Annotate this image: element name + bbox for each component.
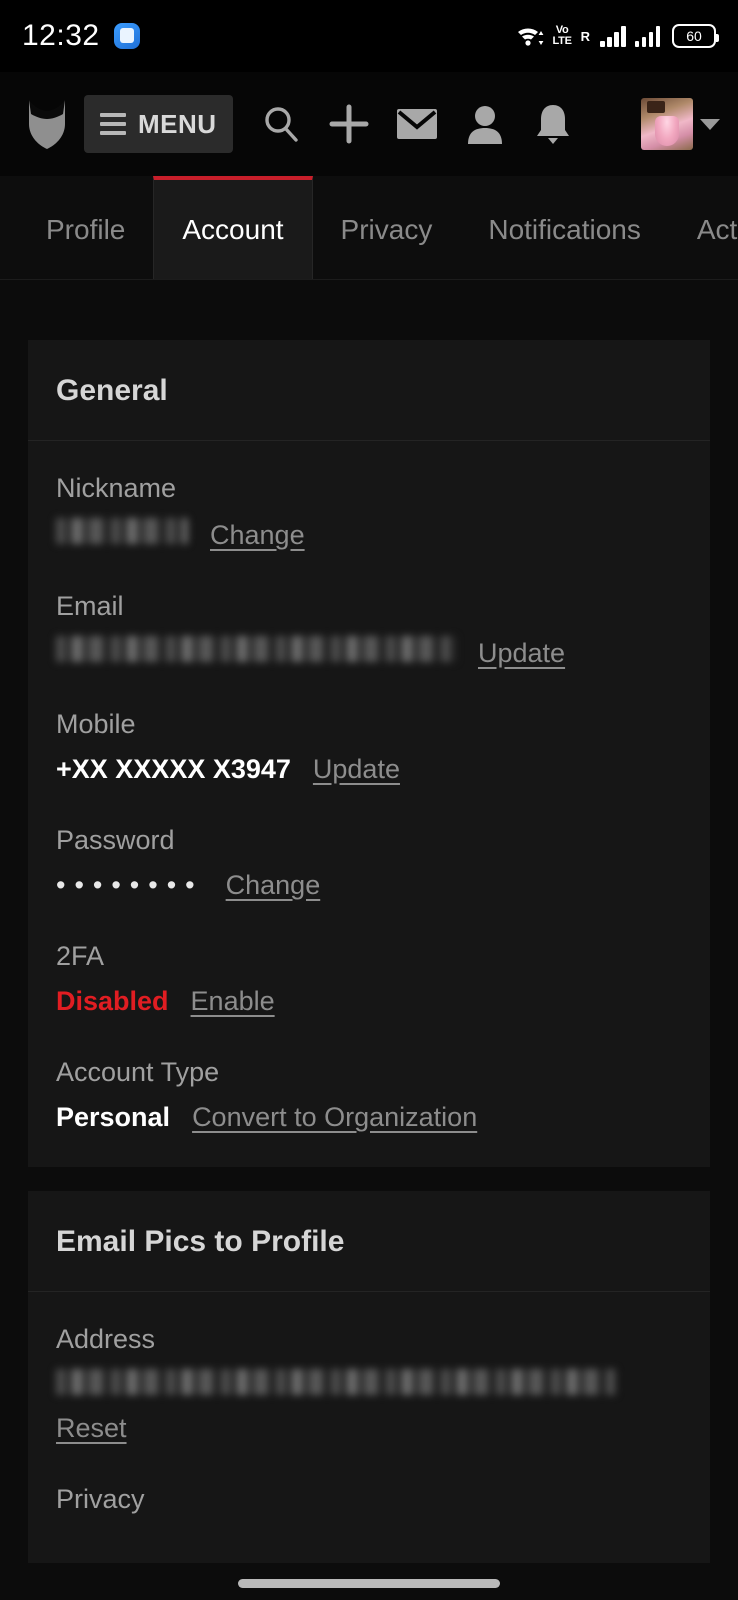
message-icon [113,23,140,49]
convert-to-organization-link[interactable]: Convert to Organization [192,1102,477,1133]
field-address-value-redacted [56,1369,616,1395]
volte-icon: Vo LTE [553,25,572,47]
volte-line-two: LTE [552,35,572,47]
menu-button-label: MENU [138,108,217,139]
chevron-down-icon[interactable] [700,118,720,130]
mail-icon[interactable] [383,90,451,158]
general-card-title: General [56,374,168,407]
status-bar: 12:32 Vo LTE R 60 [0,0,738,72]
field-email-label: Email [56,591,124,621]
roaming-indicator: R [580,28,590,44]
field-password-value: •••••••• [56,870,204,900]
general-card: General Nickname Change Email Update Mob… [28,340,710,1167]
tab-notifications-label: Notifications [488,213,641,245]
tab-profile-label: Profile [46,213,126,245]
battery-level: 60 [686,28,702,44]
tab-activity[interactable]: Activi [669,176,738,279]
menu-button[interactable]: MENU [84,95,233,153]
general-card-body: Nickname Change Email Update Mobile +XX … [28,441,710,1167]
hamburger-icon [100,113,126,135]
tab-notifications[interactable]: Notifications [460,176,669,279]
nickname-change-link[interactable]: Change [210,520,305,551]
field-nickname: Nickname Change [56,473,682,551]
account-menu[interactable] [641,98,720,150]
field-nickname-value-redacted [56,518,188,544]
field-pics-privacy: Privacy [56,1484,682,1515]
app-bar: MENU [0,72,738,176]
field-password: Password •••••••• Change [56,825,682,901]
battery-icon: 60 [672,24,719,48]
email-pics-card-header: Email Pics to Profile [28,1191,710,1292]
field-email-value-redacted [56,636,456,662]
status-bar-clock: 12:32 [22,19,100,52]
field-account-type-value: Personal [56,1102,171,1132]
email-update-link[interactable]: Update [478,638,565,669]
field-2fa: 2FA Disabled Enable [56,941,682,1017]
tab-privacy[interactable]: Privacy [313,176,461,279]
field-password-label: Password [56,825,175,855]
field-pics-privacy-label: Privacy [56,1484,145,1514]
status-bar-left: 12:32 [22,19,140,53]
2fa-enable-link[interactable]: Enable [191,986,275,1017]
field-address: Address Reset [56,1324,682,1444]
search-icon[interactable] [247,90,315,158]
field-email: Email Update [56,591,682,669]
email-pics-card-title: Email Pics to Profile [56,1225,345,1258]
field-address-label: Address [56,1324,156,1354]
email-pics-card: Email Pics to Profile Address Reset Priv… [28,1191,710,1563]
field-account-type-label: Account Type [56,1057,220,1087]
field-mobile: Mobile +XX XXXXX X3947 Update [56,709,682,785]
status-bar-right: Vo LTE R 60 [516,24,719,48]
notifications-icon[interactable] [519,90,587,158]
tab-account-label: Account [182,213,284,245]
add-icon[interactable] [315,90,383,158]
tab-activity-label: Activi [696,213,738,245]
tab-account[interactable]: Account [153,176,313,279]
user-avatar[interactable] [641,98,693,150]
signal-bars-sim1 [600,25,626,47]
password-change-link[interactable]: Change [226,870,321,901]
tab-profile[interactable]: Profile [0,176,153,279]
site-logo-icon[interactable] [18,95,76,153]
field-2fa-label: 2FA [56,941,105,971]
mobile-update-link[interactable]: Update [313,754,400,785]
field-mobile-value: +XX XXXXX X3947 [56,754,291,784]
profile-icon[interactable] [451,90,519,158]
wifi-icon [516,24,544,48]
field-mobile-label: Mobile [56,709,136,739]
field-nickname-label: Nickname [56,473,177,503]
field-account-type: Account Type Personal Convert to Organiz… [56,1057,682,1133]
settings-tabs[interactable]: Profile Account Privacy Notifications Ac… [0,176,738,280]
field-2fa-status: Disabled [56,986,169,1016]
home-indicator[interactable] [238,1579,500,1588]
address-reset-link[interactable]: Reset [56,1413,127,1443]
settings-content: General Nickname Change Email Update Mob… [0,280,738,1600]
signal-bars-sim2 [634,25,660,47]
email-pics-card-body: Address Reset Privacy [28,1292,710,1563]
tab-privacy-label: Privacy [340,213,433,245]
general-card-header: General [28,340,710,441]
